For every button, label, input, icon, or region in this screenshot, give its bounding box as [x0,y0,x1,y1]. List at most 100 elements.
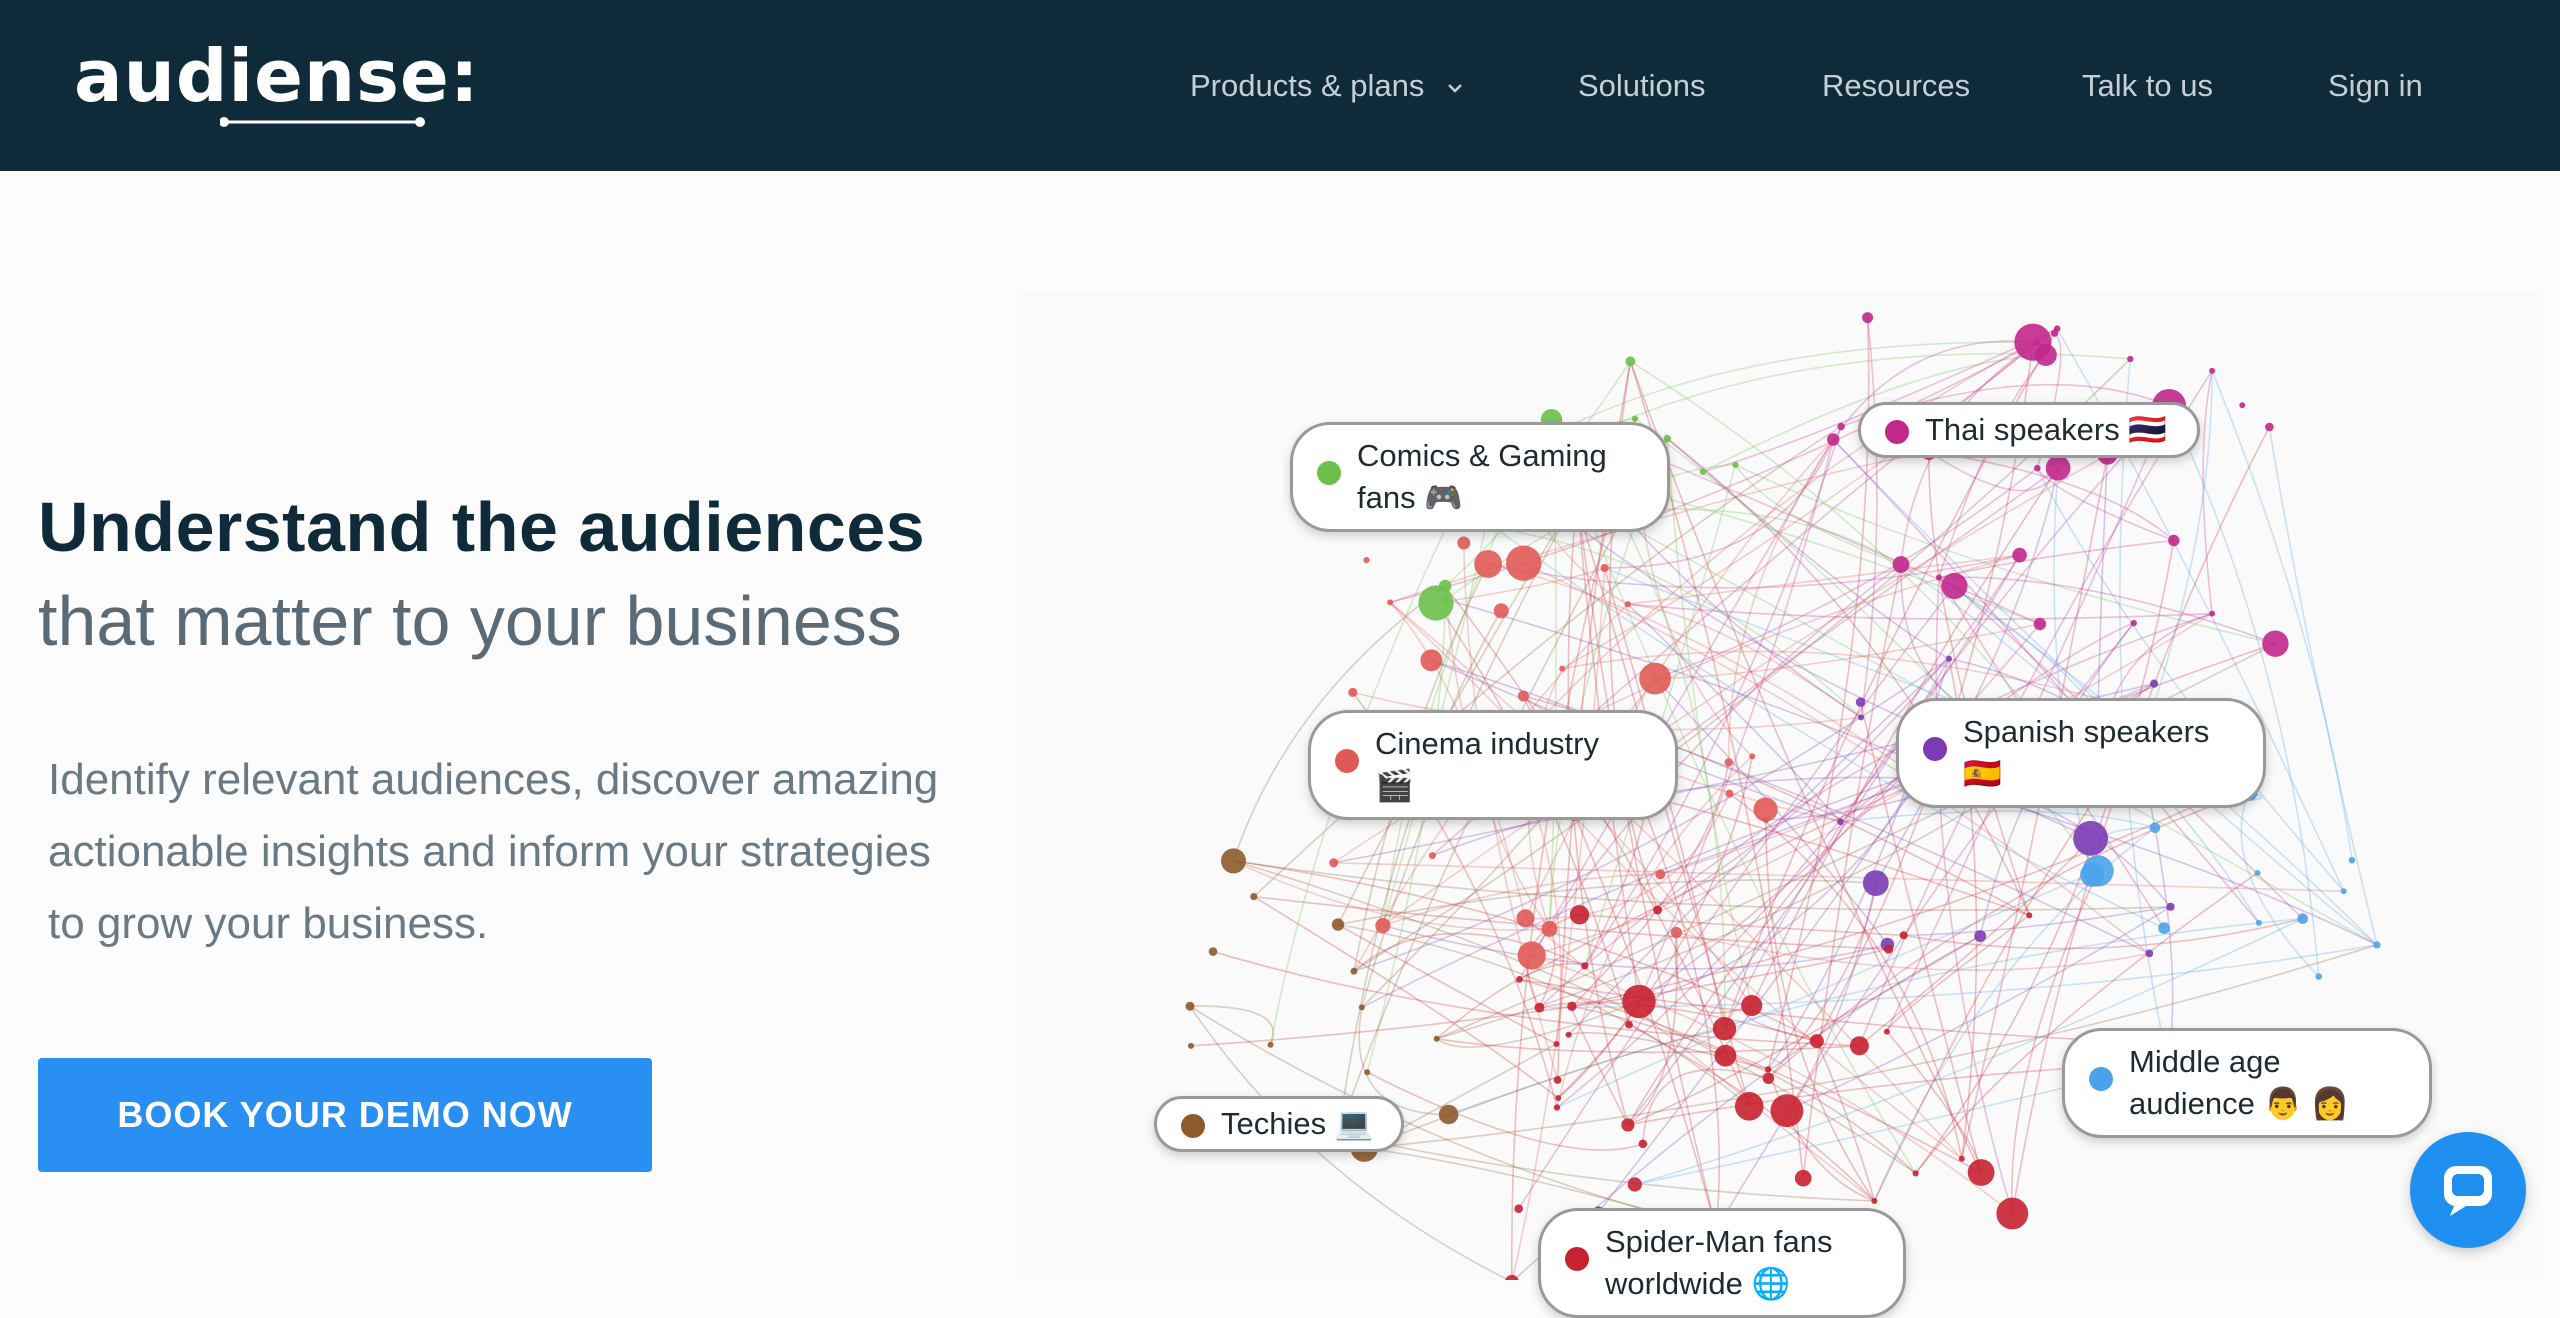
graph-edge [1518,585,1955,1210]
graph-node [1208,947,1218,956]
chat-icon [2444,1166,2492,1216]
cluster-label-line: Thai speakers 🇹🇭 [1925,412,2167,447]
graph-node [1762,816,1769,824]
graph-node [2315,973,2322,980]
graph-edge [2240,791,2320,978]
graph-node [1764,1066,1772,1073]
graph-node [2026,912,2033,919]
graph-node [1883,1028,1890,1035]
graph-node [1329,858,1339,868]
cluster-label-spider-man-fans[interactable]: Spider-Man fans worldwide 🌐 [1538,1208,1906,1318]
graph-node [1541,920,1558,937]
graph-node [1600,563,1609,573]
cluster-label-line: fans 🎮 [1357,480,1463,515]
graph-node [1670,926,1682,939]
graph-node [1442,596,1449,603]
graph-node [1967,1159,1995,1186]
graph-node [1505,1274,1519,1280]
graph-node [1358,1004,1365,1011]
graph-node [1871,1198,1878,1204]
cluster-label-comics-gaming[interactable]: Comics & Gaming fans 🎮 [1290,422,1670,532]
graph-node [1250,893,1258,901]
graph-node [1350,967,1358,975]
graph-node [2034,344,2057,366]
hero-description: Identify relevant audiences, discover am… [48,744,1028,960]
graph-node [1457,536,1471,550]
graph-node [2265,422,2274,432]
graph-node [1958,1155,1965,1162]
nav-talk-to-us[interactable]: Talk to us [2082,62,2213,110]
graph-node [1553,1041,1560,1047]
nav-solutions[interactable]: Solutions [1578,62,1706,110]
logo-underline-graphic [220,117,425,127]
graph-edge [1875,467,2059,884]
graph-node [2297,913,2308,924]
graph-node [2255,919,2262,926]
cluster-label-line: 🇪🇸 [1963,756,2002,791]
cluster-label-middle-age-audience[interactable]: Middle age audience 👨 👩 [2062,1028,2432,1138]
nav-products-plans[interactable]: Products & plans [1190,62,1463,110]
graph-node [1534,1002,1545,1013]
nav-sign-in[interactable]: Sign in [2328,62,2423,110]
description-line: to grow your business. [48,899,489,948]
cluster-label-spanish-speakers[interactable]: Spanish speakers 🇪🇸 [1896,698,2266,808]
graph-node [1734,1092,1764,1121]
cluster-label-cinema-industry[interactable]: Cinema industry 🎬 [1308,710,1678,820]
cluster-color-dot [1335,749,1359,773]
audiense-logo[interactable]: audiense: [74,36,479,127]
graph-node [2373,941,2381,949]
graph-node [2209,367,2216,374]
graph-node [1624,601,1631,608]
graph-node [2149,822,2161,833]
graph-node [1516,976,1523,983]
graph-node [1627,1177,1642,1192]
graph-node [1221,848,1246,874]
graph-node [1474,550,1502,578]
graph-node [2045,455,2071,481]
chat-launcher-button[interactable] [2410,1132,2526,1248]
graph-node [2166,902,2175,911]
graph-node [1331,918,1345,931]
cluster-color-dot [1181,1114,1205,1138]
nav-resources[interactable]: Resources [1822,62,1970,110]
graph-node [2158,922,2170,934]
graph-node [2082,855,2114,887]
graph-node [1569,905,1590,925]
graph-node [2168,534,2180,547]
graph-node [1516,909,1535,928]
graph-node [1621,1118,1635,1132]
graph-node [2012,547,2027,563]
graph-node [1827,433,1840,446]
graph-node [1514,1204,1523,1213]
graph-node [1638,1139,1648,1149]
logo-wordmark: audiense: [74,34,480,118]
graph-node [1858,714,1864,721]
chevron-down-icon [1448,83,1462,93]
graph-node [1553,1076,1562,1084]
graph-node [1862,312,1874,324]
graph-node [1363,557,1370,564]
graph-edge [1338,1133,1875,1202]
graph-node [2150,679,2159,688]
graph-node [1267,1041,1274,1048]
cluster-label-line: Spanish speakers [1963,714,2210,749]
graph-node [2127,355,2134,363]
graph-node [2209,610,2216,617]
graph-node [1732,461,1739,468]
graph-node [1935,574,1942,581]
graph-node [1762,1072,1775,1085]
graph-node [1555,1095,1562,1101]
hero-headline: Understand the audiences that matter to … [38,480,1038,668]
graph-node [1567,1001,1577,1011]
cluster-label-techies[interactable]: Techies 💻 [1154,1096,1404,1152]
cluster-color-dot [1923,737,1947,761]
cluster-label-thai-speakers[interactable]: Thai speakers 🇹🇭 [1858,402,2200,458]
cluster-color-dot [1565,1247,1589,1271]
book-demo-button[interactable]: BOOK YOUR DEMO NOW [38,1058,652,1172]
graph-node [2340,888,2347,895]
cluster-label-line: Comics & Gaming [1357,438,1607,473]
graph-node [1622,984,1656,1019]
graph-node [1185,1001,1195,1011]
graph-node [1364,1069,1371,1076]
cluster-label-line: Middle age [2129,1044,2281,1079]
